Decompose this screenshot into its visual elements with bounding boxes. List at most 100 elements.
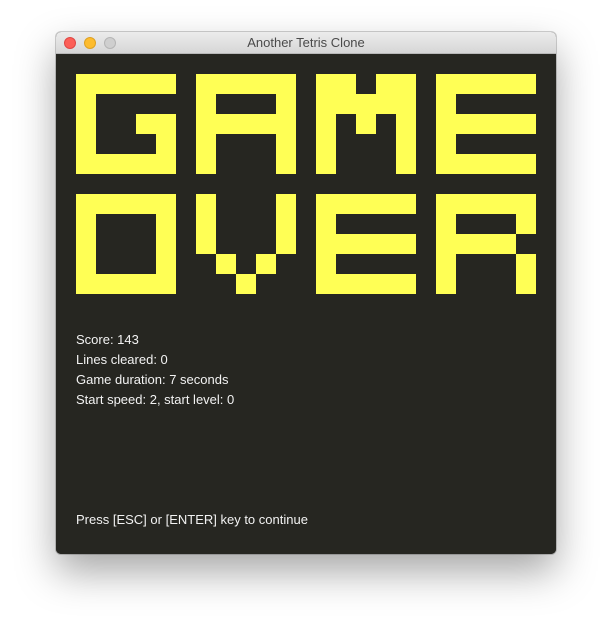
banner-block <box>396 234 416 254</box>
banner-block <box>196 194 216 214</box>
banner-block <box>496 234 516 254</box>
banner-block <box>136 274 156 294</box>
banner-letter-r <box>436 194 536 294</box>
banner-block <box>476 74 496 94</box>
banner-block <box>436 74 456 94</box>
banner-block <box>276 74 296 94</box>
game-over-banner <box>76 74 536 294</box>
banner-block <box>276 214 296 234</box>
banner-block <box>76 94 96 114</box>
banner-block <box>136 114 156 134</box>
lines-cleared-text: Lines cleared: 0 <box>76 352 168 367</box>
banner-block <box>216 254 236 274</box>
banner-block <box>436 234 456 254</box>
game-window: Another Tetris Clone Score: 143 Lines cl… <box>56 32 556 554</box>
banner-block <box>216 114 236 134</box>
banner-block <box>376 274 396 294</box>
banner-block <box>316 134 336 154</box>
banner-block <box>76 234 96 254</box>
banner-block <box>316 154 336 174</box>
banner-block <box>316 274 336 294</box>
banner-block <box>356 234 376 254</box>
banner-letter-g <box>76 74 176 174</box>
banner-block <box>336 94 356 114</box>
banner-block <box>236 74 256 94</box>
banner-block <box>436 94 456 114</box>
banner-block <box>236 114 256 134</box>
banner-block <box>476 194 496 214</box>
banner-block <box>276 154 296 174</box>
stats-panel: Score: 143 Lines cleared: 0 Game duratio… <box>76 330 234 410</box>
banner-letter-e <box>436 74 536 174</box>
banner-block <box>156 254 176 274</box>
banner-block <box>456 234 476 254</box>
banner-block <box>496 154 516 174</box>
banner-block <box>396 94 416 114</box>
banner-block <box>76 154 96 174</box>
banner-block <box>76 74 96 94</box>
banner-block <box>356 94 376 114</box>
banner-block <box>156 234 176 254</box>
banner-block <box>196 74 216 94</box>
banner-block <box>216 74 236 94</box>
banner-block <box>376 194 396 214</box>
banner-block <box>156 274 176 294</box>
banner-block <box>396 114 416 134</box>
banner-block <box>376 234 396 254</box>
banner-block <box>456 194 476 214</box>
banner-block <box>356 114 376 134</box>
banner-block <box>516 274 536 294</box>
window-title: Another Tetris Clone <box>247 35 365 50</box>
banner-block <box>136 194 156 214</box>
banner-block <box>436 114 456 134</box>
title-bar[interactable]: Another Tetris Clone <box>56 32 556 54</box>
banner-block <box>116 274 136 294</box>
banner-letter-m <box>316 74 416 174</box>
banner-block <box>456 74 476 94</box>
banner-block <box>96 74 116 94</box>
banner-block <box>116 194 136 214</box>
banner-blocks <box>76 74 536 294</box>
banner-block <box>276 234 296 254</box>
banner-block <box>116 154 136 174</box>
banner-block <box>76 254 96 274</box>
game-duration-text: Game duration: 7 seconds <box>76 372 229 387</box>
banner-block <box>516 154 536 174</box>
banner-block <box>76 114 96 134</box>
banner-block <box>196 134 216 154</box>
banner-block <box>336 234 356 254</box>
banner-block <box>376 74 396 94</box>
game-area: Score: 143 Lines cleared: 0 Game duratio… <box>56 54 556 554</box>
banner-block <box>196 114 216 134</box>
banner-block <box>256 254 276 274</box>
banner-letter-v <box>196 194 296 294</box>
banner-block <box>156 214 176 234</box>
banner-block <box>316 214 336 234</box>
banner-block <box>496 114 516 134</box>
banner-letter-o <box>76 194 176 294</box>
banner-block <box>196 234 216 254</box>
banner-block <box>196 154 216 174</box>
banner-block <box>256 74 276 94</box>
banner-block <box>256 114 276 134</box>
banner-block <box>396 134 416 154</box>
start-speed-text: Start speed: 2, start level: 0 <box>76 392 235 407</box>
banner-block <box>516 214 536 234</box>
banner-block <box>456 114 476 134</box>
banner-block <box>276 94 296 114</box>
banner-letter-e <box>316 194 416 294</box>
banner-block <box>516 254 536 274</box>
banner-block <box>196 214 216 234</box>
banner-block <box>316 194 336 214</box>
banner-block <box>276 194 296 214</box>
banner-block <box>76 194 96 214</box>
banner-letter-a <box>196 74 296 174</box>
banner-block <box>436 214 456 234</box>
banner-block <box>316 114 336 134</box>
banner-block <box>236 274 256 294</box>
banner-block <box>336 74 356 94</box>
banner-block <box>436 194 456 214</box>
banner-block <box>316 94 336 114</box>
banner-block <box>396 274 416 294</box>
banner-block <box>436 154 456 174</box>
